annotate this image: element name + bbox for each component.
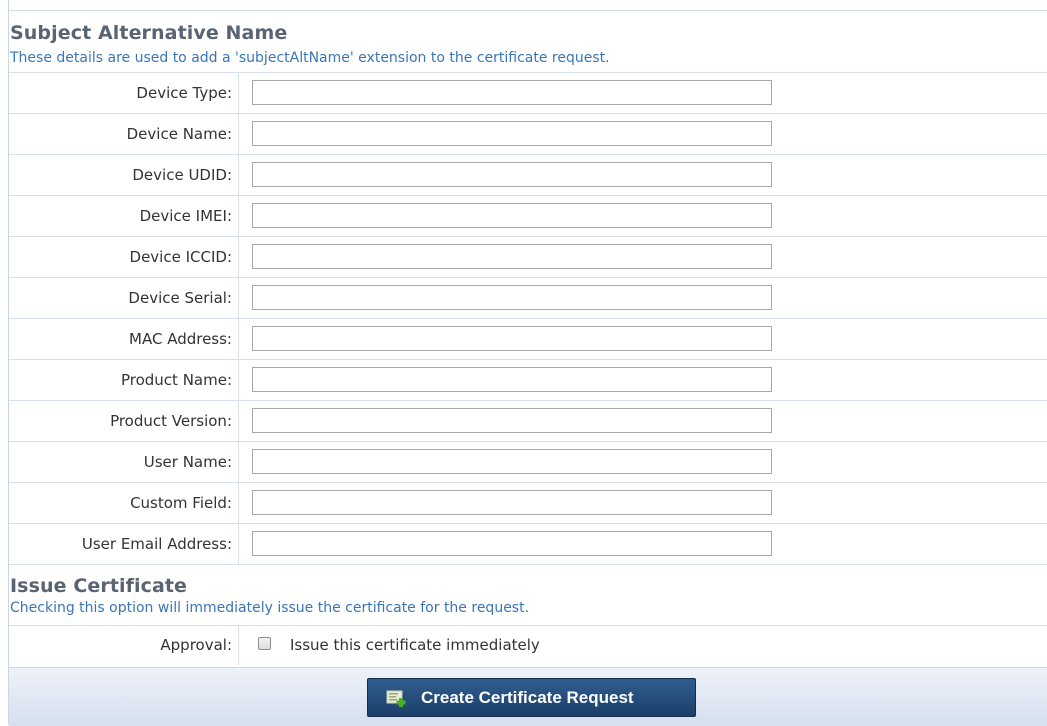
form-row-device-serial: Device Serial: xyxy=(9,278,1047,318)
form-row-product-version: Product Version: xyxy=(9,401,1047,441)
form-row-mac-address: MAC Address: xyxy=(9,319,1047,359)
product-version-input[interactable] xyxy=(252,408,772,433)
device-name-input[interactable] xyxy=(252,121,772,146)
custom-field-label: Custom Field: xyxy=(130,494,232,512)
user-name-label: User Name: xyxy=(143,453,232,471)
issue-immediately-checkbox[interactable] xyxy=(258,637,271,650)
divider xyxy=(9,564,1047,565)
create-certificate-request-label: Create Certificate Request xyxy=(421,688,634,707)
product-name-label: Product Name: xyxy=(120,371,232,389)
san-section-description: These details are used to add a 'subject… xyxy=(10,50,610,66)
device-serial-input[interactable] xyxy=(252,285,772,310)
device-udid-label: Device UDID: xyxy=(132,166,232,184)
device-iccid-input[interactable] xyxy=(252,244,772,269)
device-type-input[interactable] xyxy=(252,80,772,105)
custom-field-input[interactable] xyxy=(252,490,772,515)
form-row-device-type: Device Type: xyxy=(9,73,1047,113)
device-iccid-label: Device ICCID: xyxy=(129,248,232,266)
form-row-product-name: Product Name: xyxy=(9,360,1047,400)
form-row-user-name: User Name: xyxy=(9,442,1047,482)
san-section-title: Subject Alternative Name xyxy=(10,22,288,44)
issue-section-title: Issue Certificate xyxy=(10,575,188,597)
certificate-request-form: Subject Alternative Name These details a… xyxy=(0,0,1047,726)
device-serial-label: Device Serial: xyxy=(128,289,232,307)
device-imei-label: Device IMEI: xyxy=(139,207,232,225)
form-row-device-iccid: Device ICCID: xyxy=(9,237,1047,277)
product-version-label: Product Version: xyxy=(110,412,232,430)
certificate-add-icon xyxy=(386,690,406,707)
product-name-input[interactable] xyxy=(252,367,772,392)
button-bar: Create Certificate Request xyxy=(9,667,1047,726)
mac-address-input[interactable] xyxy=(252,326,772,351)
device-type-label: Device Type: xyxy=(136,84,232,102)
form-row-device-name: Device Name: xyxy=(9,114,1047,154)
form-row-device-udid: Device UDID: xyxy=(9,155,1047,195)
user-email-address-input[interactable] xyxy=(252,531,772,556)
create-certificate-request-button[interactable]: Create Certificate Request xyxy=(367,678,696,717)
top-border xyxy=(8,10,1047,11)
user-name-input[interactable] xyxy=(252,449,772,474)
approval-label: Approval: xyxy=(160,636,232,654)
device-udid-input[interactable] xyxy=(252,162,772,187)
form-row-custom-field: Custom Field: xyxy=(9,483,1047,523)
form-row-device-imei: Device IMEI: xyxy=(9,196,1047,236)
device-name-label: Device Name: xyxy=(126,125,232,143)
mac-address-label: MAC Address: xyxy=(129,330,232,348)
issue-section-description: Checking this option will immediately is… xyxy=(10,600,530,616)
issue-immediately-label[interactable]: Issue this certificate immediately xyxy=(290,636,540,654)
user-email-address-label: User Email Address: xyxy=(81,535,232,553)
device-imei-input[interactable] xyxy=(252,203,772,228)
form-row-approval: Approval: Issue this certificate immedia… xyxy=(9,626,1047,665)
form-row-user-email-address: User Email Address: xyxy=(9,524,1047,564)
